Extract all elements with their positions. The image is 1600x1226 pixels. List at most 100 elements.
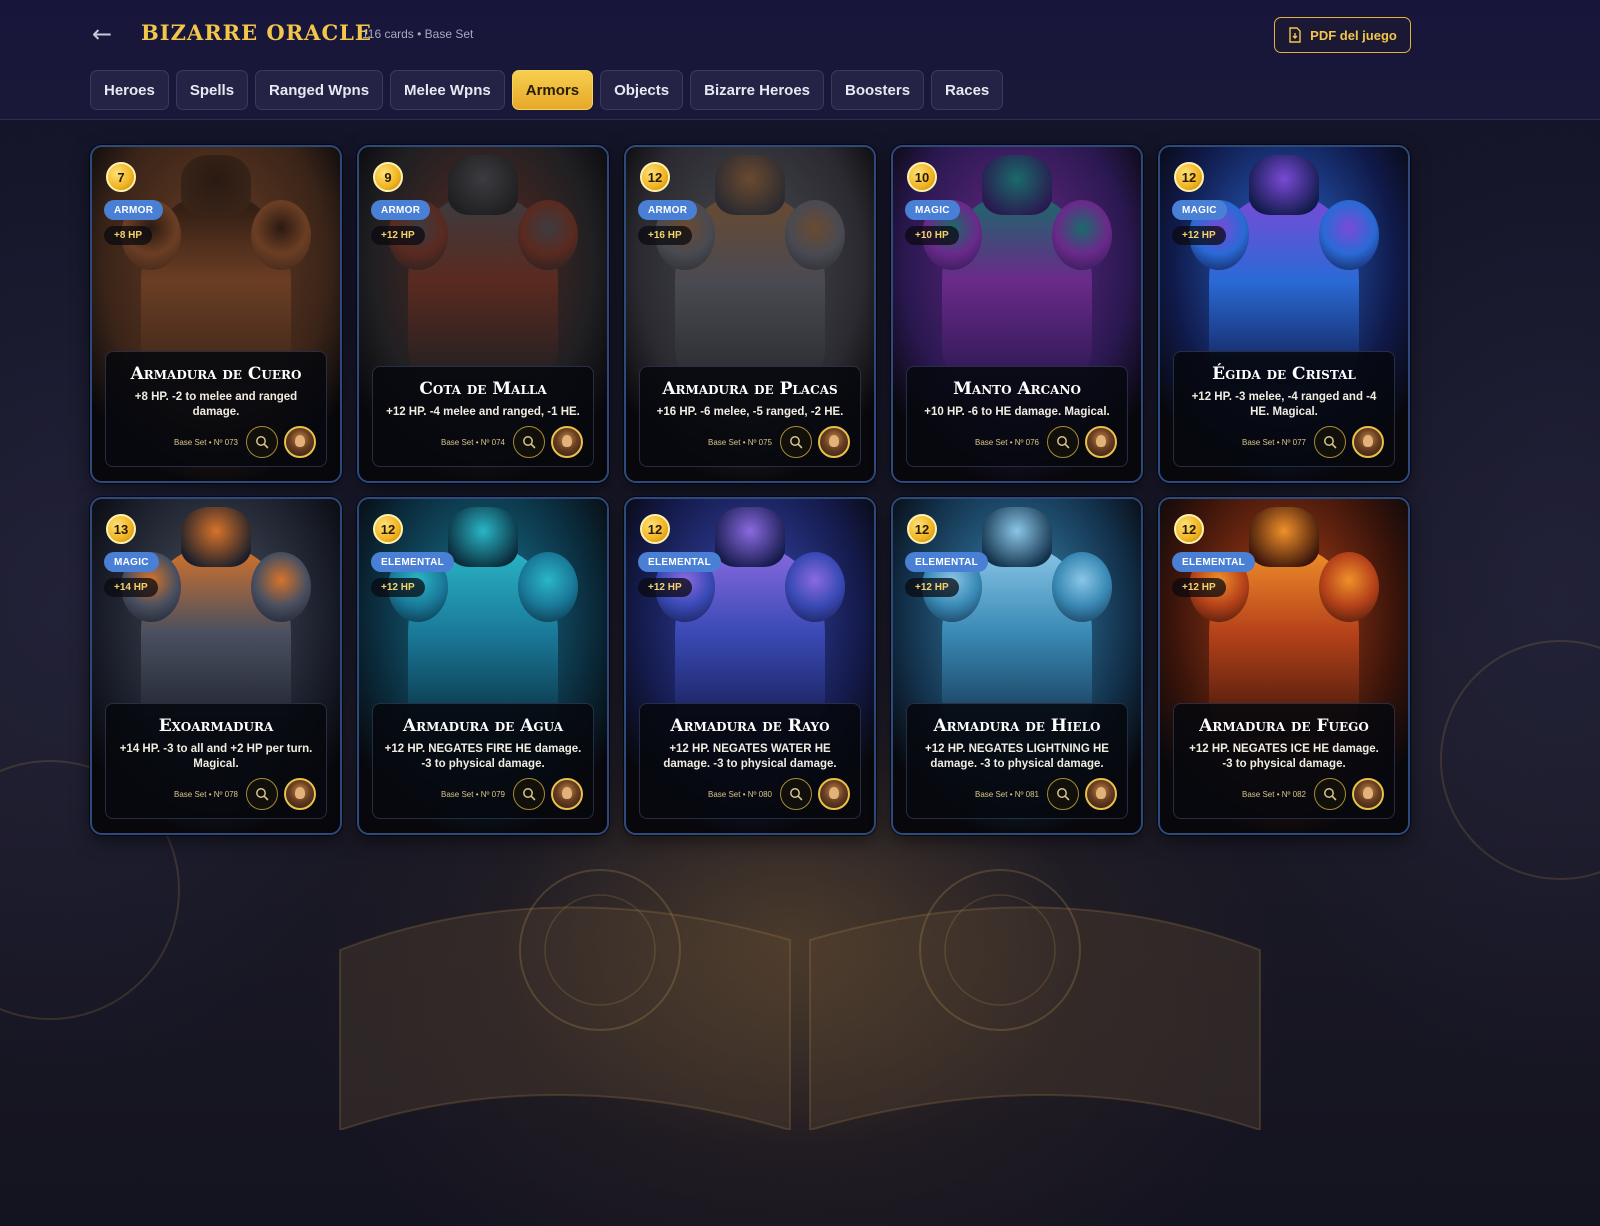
zoom-button[interactable] — [1314, 426, 1346, 458]
character-portrait-icon[interactable] — [1352, 426, 1384, 458]
zoom-button[interactable] — [780, 426, 812, 458]
magnifier-icon — [256, 788, 269, 801]
card-title: Cota de Malla — [419, 379, 547, 399]
background-rune-ring-right — [1440, 640, 1600, 880]
magnifier-icon — [523, 788, 536, 801]
magnifier-icon — [1324, 436, 1337, 449]
set-number: Base Set • Nº 077 — [1242, 437, 1306, 447]
card-footer: Base Set • Nº 074 — [383, 426, 583, 458]
card-info-panel: Cota de Malla +12 HP. -4 melee and range… — [372, 366, 594, 467]
card-grid: 7 ARMOR +8 HP Armadura de Cuero +8 HP. -… — [90, 145, 1410, 835]
set-number: Base Set • Nº 079 — [441, 789, 505, 799]
file-download-icon — [1289, 27, 1301, 43]
character-portrait-icon[interactable] — [1352, 778, 1384, 810]
tab-armors[interactable]: Armors — [511, 70, 594, 110]
armor-card[interactable]: 12 ELEMENTAL +12 HP Armadura de Hielo +1… — [891, 497, 1143, 835]
character-portrait-icon[interactable] — [551, 778, 583, 810]
card-info-panel: Armadura de Agua +12 HP. NEGATES FIRE HE… — [372, 703, 594, 819]
set-number: Base Set • Nº 073 — [174, 437, 238, 447]
pdf-download-button[interactable]: PDF del juego — [1274, 17, 1411, 53]
card-footer: Base Set • Nº 075 — [650, 426, 850, 458]
background-book-illustration — [339, 869, 1261, 1130]
card-footer: Base Set • Nº 080 — [650, 778, 850, 810]
hp-badge: +12 HP — [1172, 578, 1226, 597]
card-info-panel: Armadura de Placas +16 HP. -6 melee, -5 … — [639, 366, 861, 467]
type-badge: ELEMENTAL — [1172, 552, 1256, 572]
card-info-panel: Armadura de Rayo +12 HP. NEGATES WATER H… — [639, 703, 861, 819]
character-portrait-icon[interactable] — [551, 426, 583, 458]
card-description: +8 HP. -2 to melee and ranged damage. — [134, 391, 298, 418]
cost-badge: 12 — [640, 514, 670, 544]
tab-bizarre-heroes[interactable]: Bizarre Heroes — [690, 70, 825, 110]
card-description: +12 HP. NEGATES FIRE HE damage. -3 to ph… — [384, 743, 582, 770]
tab-objects[interactable]: Objects — [600, 70, 684, 110]
armor-card[interactable]: 12 MAGIC +12 HP Égida de Cristal +12 HP.… — [1158, 145, 1410, 483]
card-title: Armadura de Cuero — [130, 364, 302, 384]
cost-badge: 12 — [1174, 162, 1204, 192]
tab-melee-weapons[interactable]: Melee Wpns — [390, 70, 505, 110]
cost-badge: 13 — [106, 514, 136, 544]
card-title: Manto Arcano — [953, 379, 1081, 399]
magnifier-icon — [790, 436, 803, 449]
set-number: Base Set • Nº 074 — [441, 437, 505, 447]
armor-card[interactable]: 12 ARMOR +16 HP Armadura de Placas +16 H… — [624, 145, 876, 483]
category-tabs: Heroes Spells Ranged Wpns Melee Wpns Arm… — [90, 70, 1004, 110]
card-footer: Base Set • Nº 081 — [917, 778, 1117, 810]
character-portrait-icon[interactable] — [284, 426, 316, 458]
card-description: +16 HP. -6 melee, -5 ranged, -2 HE. — [656, 406, 844, 418]
cost-badge: 12 — [373, 514, 403, 544]
type-badge: ELEMENTAL — [638, 552, 722, 572]
card-footer: Base Set • Nº 082 — [1184, 778, 1384, 810]
set-number: Base Set • Nº 081 — [975, 789, 1039, 799]
armor-card[interactable]: 10 MAGIC +10 HP Manto Arcano +10 HP. -6 … — [891, 145, 1143, 483]
zoom-button[interactable] — [246, 778, 278, 810]
tab-heroes[interactable]: Heroes — [90, 70, 169, 110]
card-footer: Base Set • Nº 076 — [917, 426, 1117, 458]
card-info-panel: Manto Arcano +10 HP. -6 to HE damage. Ma… — [906, 366, 1128, 467]
set-number: Base Set • Nº 080 — [708, 789, 772, 799]
armor-card[interactable]: 9 ARMOR +12 HP Cota de Malla +12 HP. -4 … — [357, 145, 609, 483]
character-portrait-icon[interactable] — [1085, 778, 1117, 810]
zoom-button[interactable] — [1314, 778, 1346, 810]
brand-title: BIZARRE ORACLE — [141, 20, 372, 45]
cost-badge: 7 — [106, 162, 136, 192]
set-number: Base Set • Nº 078 — [174, 789, 238, 799]
zoom-button[interactable] — [246, 426, 278, 458]
zoom-button[interactable] — [1047, 426, 1079, 458]
type-badge: ARMOR — [638, 200, 698, 220]
card-footer: Base Set • Nº 079 — [383, 778, 583, 810]
top-bar: ← BIZARRE ORACLE 116 cards • Base Set PD… — [0, 0, 1600, 120]
card-info-panel: Armadura de Hielo +12 HP. NEGATES LIGHTN… — [906, 703, 1128, 819]
card-title: Exoarmadura — [158, 716, 274, 736]
zoom-button[interactable] — [1047, 778, 1079, 810]
tab-races[interactable]: Races — [931, 70, 1004, 110]
armor-card[interactable]: 12 ELEMENTAL +12 HP Armadura de Rayo +12… — [624, 497, 876, 835]
set-number: Base Set • Nº 082 — [1242, 789, 1306, 799]
armor-card[interactable]: 12 ELEMENTAL +12 HP Armadura de Agua +12… — [357, 497, 609, 835]
tab-boosters[interactable]: Boosters — [831, 70, 925, 110]
set-number: Base Set • Nº 075 — [708, 437, 772, 447]
type-badge: MAGIC — [104, 552, 159, 572]
card-info-panel: Égida de Cristal +12 HP. -3 melee, -4 ra… — [1173, 351, 1395, 467]
zoom-button[interactable] — [780, 778, 812, 810]
armor-card[interactable]: 12 ELEMENTAL +12 HP Armadura de Fuego +1… — [1158, 497, 1410, 835]
back-arrow-icon[interactable]: ← — [92, 22, 118, 48]
magnifier-icon — [1057, 436, 1070, 449]
character-portrait-icon[interactable] — [284, 778, 316, 810]
character-portrait-icon[interactable] — [818, 778, 850, 810]
zoom-button[interactable] — [513, 778, 545, 810]
tab-ranged-weapons[interactable]: Ranged Wpns — [255, 70, 384, 110]
card-title: Armadura de Fuego — [1199, 716, 1369, 736]
type-badge: MAGIC — [1172, 200, 1227, 220]
card-description: +12 HP. NEGATES LIGHTNING HE damage. -3 … — [925, 743, 1109, 770]
magnifier-icon — [256, 436, 269, 449]
type-badge: ARMOR — [104, 200, 164, 220]
character-portrait-icon[interactable] — [1085, 426, 1117, 458]
zoom-button[interactable] — [513, 426, 545, 458]
hp-badge: +12 HP — [371, 226, 425, 245]
armor-card[interactable]: 7 ARMOR +8 HP Armadura de Cuero +8 HP. -… — [90, 145, 342, 483]
tab-spells[interactable]: Spells — [175, 70, 249, 110]
type-badge: ELEMENTAL — [371, 552, 455, 572]
armor-card[interactable]: 13 MAGIC +14 HP Exoarmadura +14 HP. -3 t… — [90, 497, 342, 835]
character-portrait-icon[interactable] — [818, 426, 850, 458]
